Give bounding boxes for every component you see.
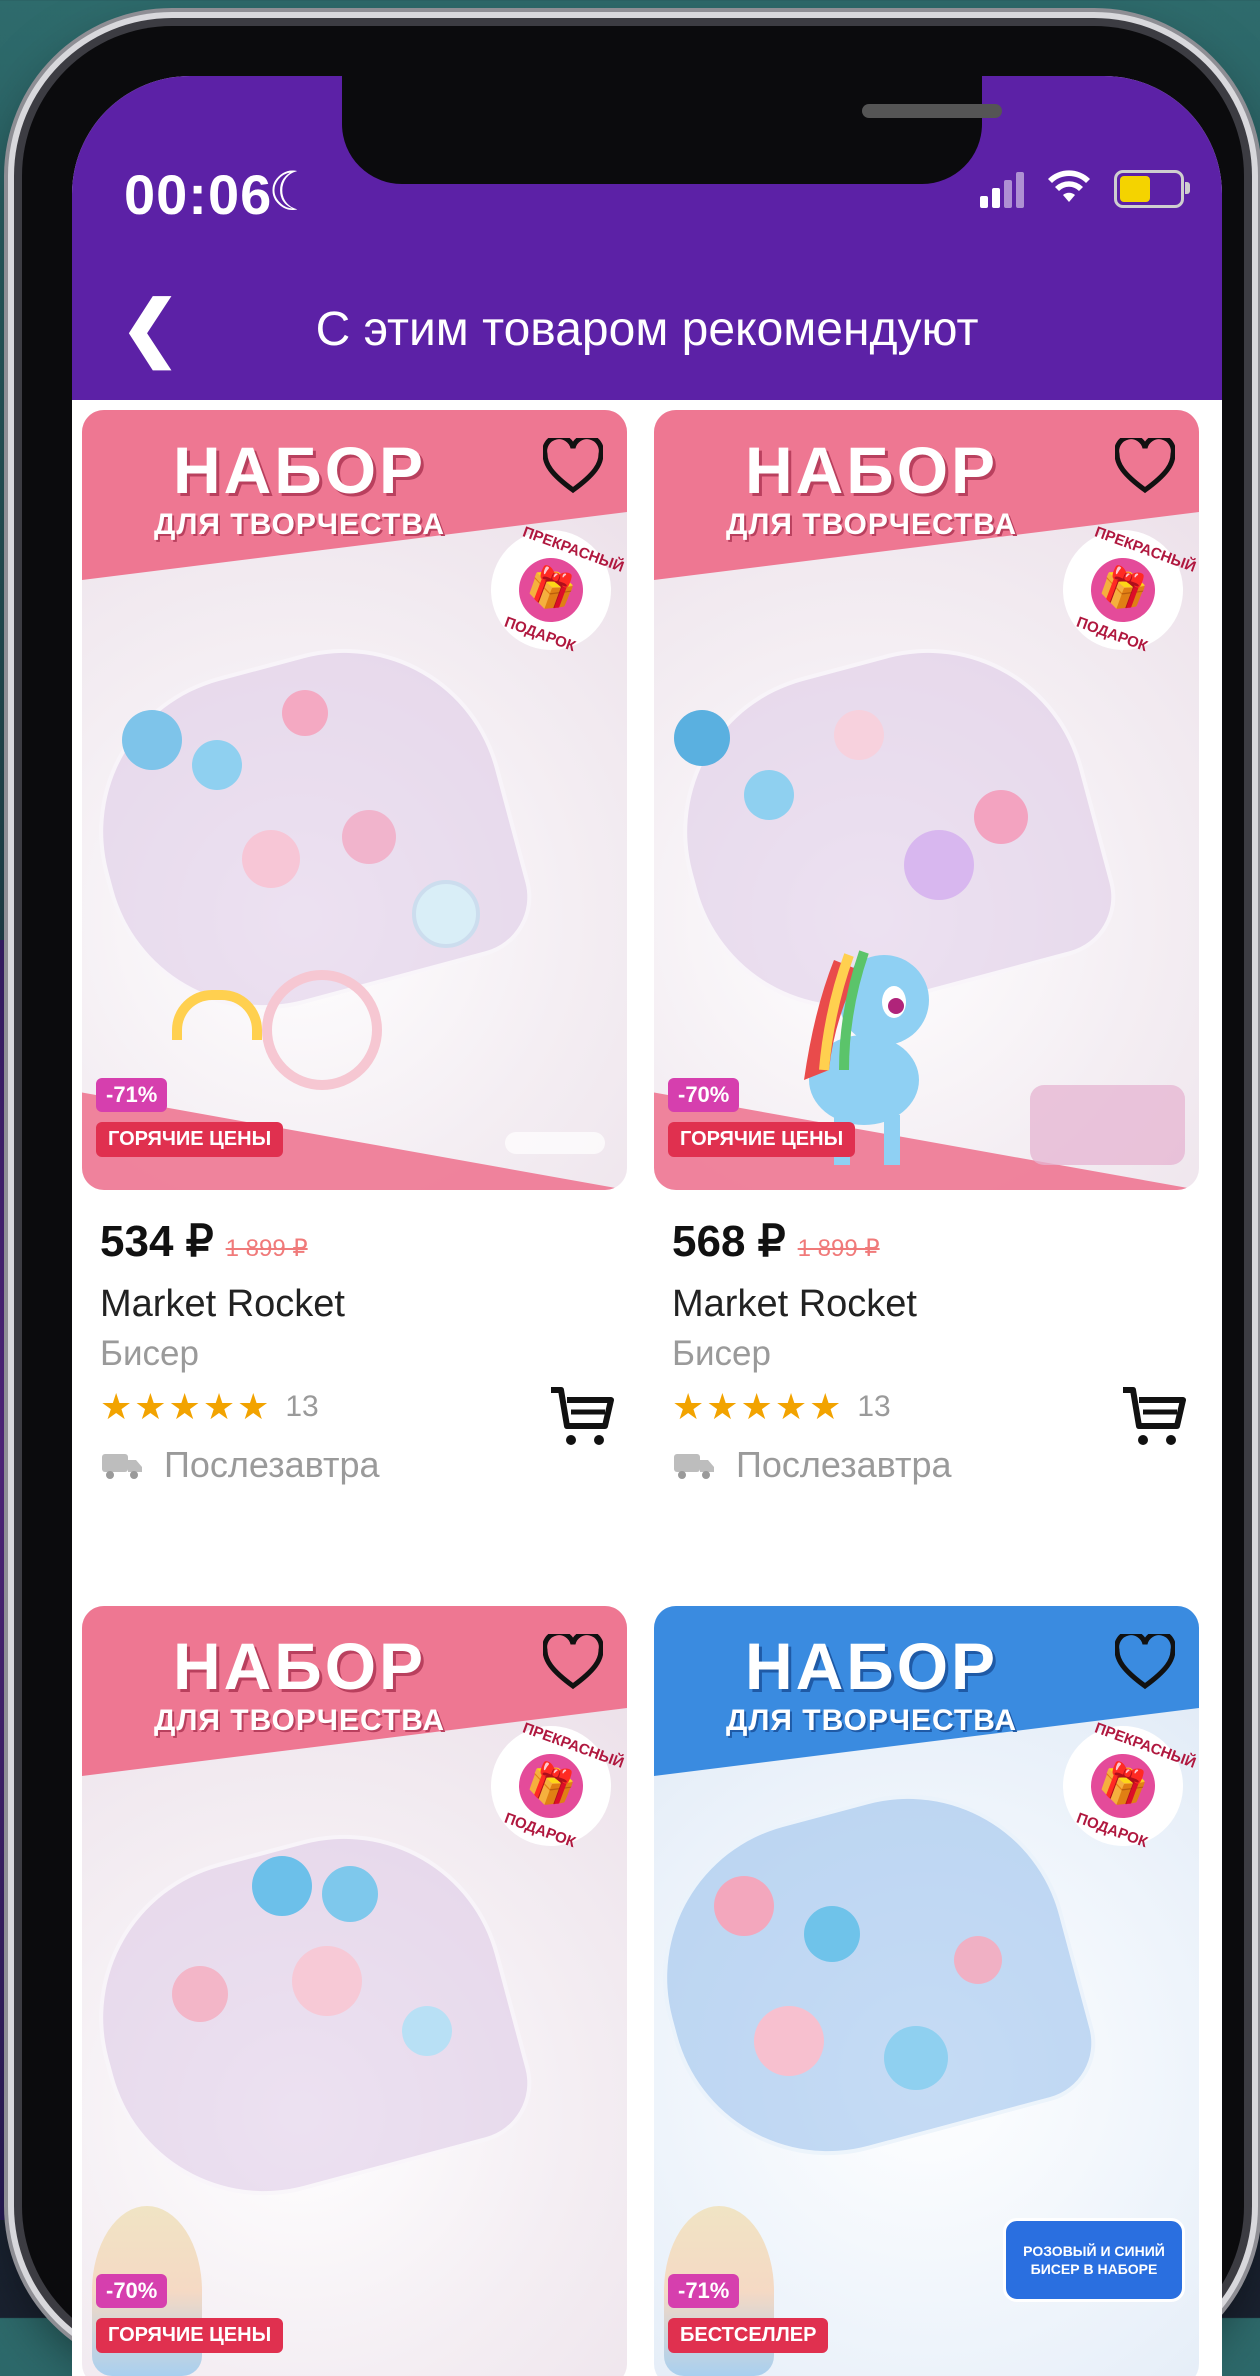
favorite-heart-icon[interactable] <box>541 1630 605 1694</box>
hot-price-badge: ГОРЯЧИЕ ЦЕНЫ <box>668 1122 856 1157</box>
promo-sticker: РОЗОВЫЙ И СИНИЙ БИСЕР В НАБОРЕ <box>1003 2218 1185 2302</box>
delivery-info: Послезавтра <box>100 1444 611 1486</box>
bead <box>754 2006 824 2076</box>
bead <box>322 1866 378 1922</box>
banner-subtitle: ДЛЯ ТВОРЧЕСТВА <box>153 508 446 541</box>
battery-icon <box>1114 170 1190 208</box>
top-bar: 00:06 ☾ ❮ С этим товаром рекомендуют <box>72 76 1222 400</box>
banner-subtitle: ДЛЯ ТВОРЧЕСТВА <box>725 508 1018 541</box>
banner-title: НАБОР <box>744 1629 999 1703</box>
bracelet <box>262 970 382 1090</box>
discount-badge: -70% <box>96 2274 168 2308</box>
stars-icon: ★★★★★ <box>672 1386 844 1427</box>
phone-frame: 00:06 ☾ ❮ С этим товаром рекомендуют НАБ… <box>22 26 1244 2376</box>
speaker <box>862 104 1002 118</box>
price: 534 ₽ <box>100 1217 214 1266</box>
rating: ★★★★★ 13 <box>100 1386 611 1428</box>
bead <box>172 1966 228 2022</box>
brand-name[interactable]: Market Rocket <box>100 1283 611 1326</box>
category: Бисер <box>100 1334 199 1373</box>
review-count: 13 <box>285 1390 319 1423</box>
product-image[interactable]: НАБОР ДЛЯ ТВОРЧЕСТВА ПРЕКРАСНЫЙ 🎁 ПОДАРО… <box>82 410 627 1190</box>
bestseller-badge: БЕСТСЕЛЛЕР <box>668 2318 829 2353</box>
product-info: 568 ₽ 1 899 ₽ Market Rocket Бисер ★★★★★ … <box>654 1190 1199 1596</box>
discount-badge: -71% <box>668 2274 740 2308</box>
price-row: 534 ₽ 1 899 ₽ <box>100 1216 611 1267</box>
favorite-heart-icon[interactable] <box>1113 434 1177 498</box>
hot-price-badge: ГОРЯЧИЕ ЦЕНЫ <box>96 2318 284 2353</box>
banner-title: НАБОР <box>744 433 999 507</box>
bead <box>192 740 242 790</box>
old-price: 1 899 ₽ <box>797 1235 880 1262</box>
status-icons <box>980 168 1190 210</box>
bead <box>342 810 396 864</box>
moon-icon: ☾ <box>268 162 317 222</box>
price-row: 568 ₽ 1 899 ₽ <box>672 1216 1183 1267</box>
bead <box>282 690 328 736</box>
old-price: 1 899 ₽ <box>225 1235 308 1262</box>
product-image[interactable]: НАБОР ДЛЯ ТВОРЧЕСТВА ПРЕКРАСНЫЙ 🎁 ПОДАРО… <box>82 1606 627 2376</box>
product-card[interactable]: НАБОР ДЛЯ ТВОРЧЕСТВА ПРЕКРАСНЫЙ 🎁 ПОДАРО… <box>654 410 1199 1596</box>
favorite-heart-icon[interactable] <box>1113 1630 1177 1694</box>
bead <box>954 1936 1002 1984</box>
bead <box>904 830 974 900</box>
cart-icon[interactable] <box>547 1382 617 1452</box>
discount-badge: -70% <box>668 1078 740 1112</box>
signal-icon <box>980 170 1024 208</box>
banner-subtitle: ДЛЯ ТВОРЧЕСТВА <box>725 1704 1018 1737</box>
favorite-heart-icon[interactable] <box>541 434 605 498</box>
bead <box>674 710 730 766</box>
app-screen: 00:06 ☾ ❮ С этим товаром рекомендуют НАБ… <box>72 76 1222 2376</box>
product-info: 534 ₽ 1 899 ₽ Market Rocket Бисер ★★★★★ … <box>82 1190 627 1596</box>
bead <box>884 2026 948 2090</box>
bead <box>252 1856 312 1916</box>
bead <box>412 880 480 948</box>
delivery-info: Послезавтра <box>672 1444 1183 1486</box>
hot-price-badge: ГОРЯЧИЕ ЦЕНЫ <box>96 1122 284 1157</box>
bead <box>714 1876 774 1936</box>
bead <box>402 2006 452 2056</box>
cart-icon[interactable] <box>1119 1382 1189 1452</box>
price: 568 ₽ <box>672 1217 786 1266</box>
bead <box>804 1906 860 1962</box>
category: Бисер <box>672 1334 771 1373</box>
banner-title: НАБОР <box>172 433 427 507</box>
product-image[interactable]: НАБОР ДЛЯ ТВОРЧЕСТВА ПРЕКРАСНЫЙ 🎁 ПОДАРО… <box>654 1606 1199 2376</box>
product-image[interactable]: НАБОР ДЛЯ ТВОРЧЕСТВА ПРЕКРАСНЫЙ 🎁 ПОДАРО… <box>654 410 1199 1190</box>
page-title: С этим товаром рекомендуют <box>315 303 979 356</box>
bead <box>242 830 300 888</box>
bead <box>122 710 182 770</box>
banner-title: НАБОР <box>172 1629 427 1703</box>
bead <box>292 1946 362 2016</box>
product-card[interactable]: НАБОР ДЛЯ ТВОРЧЕСТВА ПРЕКРАСНЫЙ 🎁 ПОДАРО… <box>82 410 627 1596</box>
rating: ★★★★★ 13 <box>672 1386 1183 1428</box>
image-pager-dots <box>505 1132 605 1154</box>
notch <box>342 76 1002 184</box>
promo-sticker <box>1030 1085 1185 1165</box>
bead-tray <box>654 1758 1109 2192</box>
bead <box>744 770 794 820</box>
bead <box>974 790 1028 844</box>
delivery-text: Послезавтра <box>164 1444 380 1485</box>
truck-icon <box>102 1454 142 1479</box>
brand-name[interactable]: Market Rocket <box>672 1283 1183 1326</box>
discount-badge: -71% <box>96 1078 168 1112</box>
wifi-icon <box>1046 168 1092 210</box>
bead <box>834 710 884 760</box>
bead-tray <box>82 1798 545 2232</box>
status-time: 00:06 <box>124 163 273 226</box>
product-card[interactable]: НАБОР ДЛЯ ТВОРЧЕСТВА ПРЕКРАСНЫЙ 🎁 ПОДАРО… <box>654 1606 1199 2376</box>
banner-subtitle: ДЛЯ ТВОРЧЕСТВА <box>153 1704 446 1737</box>
review-count: 13 <box>857 1390 891 1423</box>
stars-icon: ★★★★★ <box>100 1386 272 1427</box>
delivery-text: Послезавтра <box>736 1444 952 1485</box>
truck-icon <box>674 1454 714 1479</box>
product-card[interactable]: НАБОР ДЛЯ ТВОРЧЕСТВА ПРЕКРАСНЫЙ 🎁 ПОДАРО… <box>82 1606 627 2376</box>
